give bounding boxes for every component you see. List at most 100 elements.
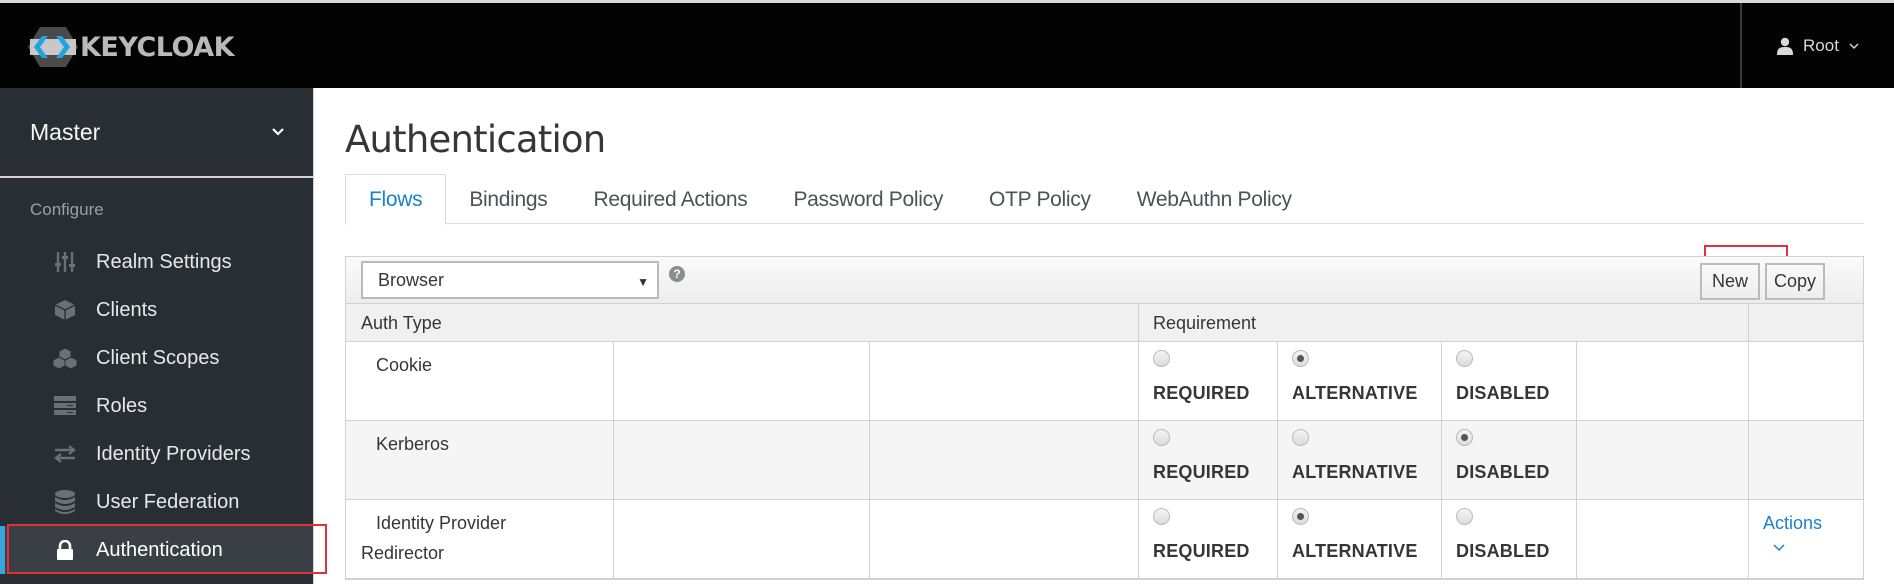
table-cell <box>1576 342 1748 420</box>
auth-type-name: Cookie <box>346 350 606 380</box>
radio-button[interactable] <box>1456 508 1473 525</box>
cube-icon <box>52 298 78 322</box>
realm-selector[interactable]: Master <box>0 88 313 178</box>
keycloak-logo[interactable]: KEYCLOAK <box>28 25 235 69</box>
requirement-option-required[interactable]: REQUIRED <box>1138 421 1277 499</box>
page-title: Authentication <box>345 118 606 161</box>
requirement-option-required[interactable]: REQUIRED <box>1138 500 1277 578</box>
flow-select[interactable]: Browser ▼ <box>361 261 659 299</box>
copy-button[interactable]: Copy <box>1765 263 1825 300</box>
sidebar-item-client-scopes[interactable]: Client Scopes <box>0 334 313 382</box>
requirement-option-disabled[interactable]: DISABLED <box>1441 500 1576 578</box>
dropdown-arrow-icon: ▼ <box>637 275 649 289</box>
realm-name: Master <box>30 118 101 145</box>
table-cell <box>613 500 869 578</box>
database-icon <box>52 490 78 514</box>
actions-dropdown[interactable]: Actions <box>1763 508 1822 552</box>
exchange-icon <box>52 442 78 466</box>
sidebar-item-user-federation[interactable]: User Federation <box>0 478 313 526</box>
radio-button[interactable] <box>1456 429 1473 446</box>
sidebar-item-label: Roles <box>96 394 148 417</box>
auth-type-name-line1: Kerberos <box>376 434 450 454</box>
table-cell <box>1576 421 1748 499</box>
auth-type-name: Kerberos <box>346 429 606 459</box>
main-content: Authentication Flows Bindings Required A… <box>315 88 1894 584</box>
radio-button[interactable] <box>1292 508 1309 525</box>
logo-text: KEYCLOAK <box>80 31 235 63</box>
user-menu[interactable]: Root <box>1740 3 1894 88</box>
sidebar-item-label: Clients <box>96 298 158 321</box>
requirement-label: REQUIRED <box>1153 462 1250 482</box>
table-cell <box>869 421 1138 499</box>
table-cell <box>613 421 869 499</box>
auth-type-name-line1: Identity Provider <box>376 513 507 533</box>
requirement-option-required[interactable]: REQUIRED <box>1138 342 1277 420</box>
top-header: KEYCLOAK Root <box>0 0 1894 88</box>
header-auth-type: Auth Type <box>361 312 442 333</box>
requirement-option-alternative[interactable]: ALTERNATIVE <box>1277 421 1441 499</box>
tab-required-actions[interactable]: Required Actions <box>571 174 771 225</box>
sidebar-item-label: User Federation <box>96 490 240 513</box>
table-cell <box>1576 500 1748 578</box>
chevron-down-icon <box>272 128 284 136</box>
radio-button[interactable] <box>1292 350 1309 367</box>
radio-button[interactable] <box>1153 429 1170 446</box>
radio-button[interactable] <box>1292 429 1309 446</box>
header-divider <box>1748 304 1749 342</box>
table-cell <box>869 342 1138 420</box>
radio-button[interactable] <box>1456 350 1473 367</box>
sliders-icon <box>52 250 78 274</box>
actions-label: Actions <box>1763 513 1823 533</box>
sidebar: Master Configure Realm Settings Clients <box>0 88 314 584</box>
table-row: Identity Provider Redirector REQUIRED ALTER… <box>346 500 1863 579</box>
table-cell <box>869 500 1138 578</box>
lock-icon <box>52 538 78 562</box>
tab-webauthn-policy[interactable]: WebAuthn Policy <box>1114 174 1315 225</box>
requirement-option-alternative[interactable]: ALTERNATIVE <box>1277 342 1441 420</box>
requirement-label: ALTERNATIVE <box>1292 383 1418 403</box>
table-cell <box>613 342 869 420</box>
cubes-icon <box>52 346 78 370</box>
sidebar-item-label: Client Scopes <box>96 346 220 369</box>
tab-bindings[interactable]: Bindings <box>446 174 570 225</box>
sidebar-item-authentication[interactable]: Authentication <box>0 526 313 574</box>
flows-table: Browser ▼ ? New Copy Auth Type Requireme… <box>345 256 1864 580</box>
table-cell <box>1748 421 1865 499</box>
tab-flows[interactable]: Flows <box>345 174 447 225</box>
sidebar-item-roles[interactable]: Roles <box>0 382 313 430</box>
auth-type-name-line1: Cookie <box>376 355 433 375</box>
new-button[interactable]: New <box>1700 263 1760 300</box>
tab-bar: Flows Bindings Required Actions Password… <box>345 174 1864 225</box>
question-circle-icon[interactable]: ? <box>669 266 685 282</box>
requirement-label: REQUIRED <box>1153 383 1250 403</box>
tab-password-policy[interactable]: Password Policy <box>770 174 966 225</box>
requirement-label: ALTERNATIVE <box>1292 541 1418 561</box>
table-row: Cookie REQUIRED ALTERNATIVE DISABLED <box>346 342 1863 421</box>
requirement-option-disabled[interactable]: DISABLED <box>1441 421 1576 499</box>
sidebar-item-identity-providers[interactable]: Identity Providers <box>0 430 313 478</box>
requirement-label: ALTERNATIVE <box>1292 462 1418 482</box>
requirement-option-disabled[interactable]: DISABLED <box>1441 342 1576 420</box>
sidebar-item-clients[interactable]: Clients <box>0 286 313 334</box>
requirement-option-alternative[interactable]: ALTERNATIVE <box>1277 500 1441 578</box>
table-row: Kerberos REQUIRED ALTERNATIVE DISABLED <box>346 421 1863 500</box>
server-list-icon <box>52 394 78 418</box>
table-header: Auth Type Requirement <box>346 304 1863 342</box>
radio-button[interactable] <box>1153 508 1170 525</box>
table-cell <box>1748 342 1865 420</box>
chevron-down-icon <box>1849 43 1859 49</box>
requirement-label: DISABLED <box>1456 462 1550 482</box>
requirement-label: DISABLED <box>1456 541 1550 561</box>
sidebar-item-label: Identity Providers <box>96 442 251 465</box>
requirement-label: REQUIRED <box>1153 541 1250 561</box>
keycloak-logo-icon <box>28 27 78 67</box>
flow-select-value: Browser <box>378 269 445 290</box>
radio-button[interactable] <box>1153 350 1170 367</box>
user-name: Root <box>1803 35 1839 55</box>
auth-type-name-line2: Redirector <box>361 543 445 563</box>
chevron-down-icon <box>1773 544 1785 552</box>
sidebar-item-label: Authentication <box>96 538 223 561</box>
sidebar-item-realm-settings[interactable]: Realm Settings <box>0 238 313 286</box>
tab-otp-policy[interactable]: OTP Policy <box>966 174 1114 225</box>
table-toolbar: Browser ▼ ? New Copy <box>346 257 1863 304</box>
